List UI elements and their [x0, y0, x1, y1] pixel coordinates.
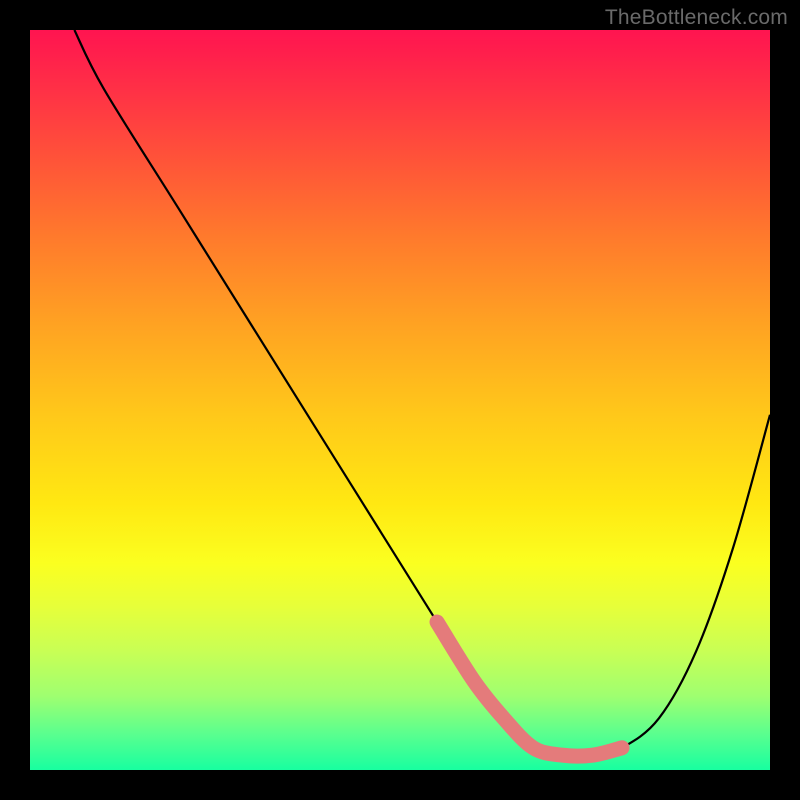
bottleneck-curve [74, 30, 770, 756]
watermark-text: TheBottleneck.com [605, 6, 788, 30]
chart-container: TheBottleneck.com [0, 0, 800, 800]
highlight-band [437, 622, 622, 756]
curve-svg [30, 30, 770, 770]
plot-area [30, 30, 770, 770]
